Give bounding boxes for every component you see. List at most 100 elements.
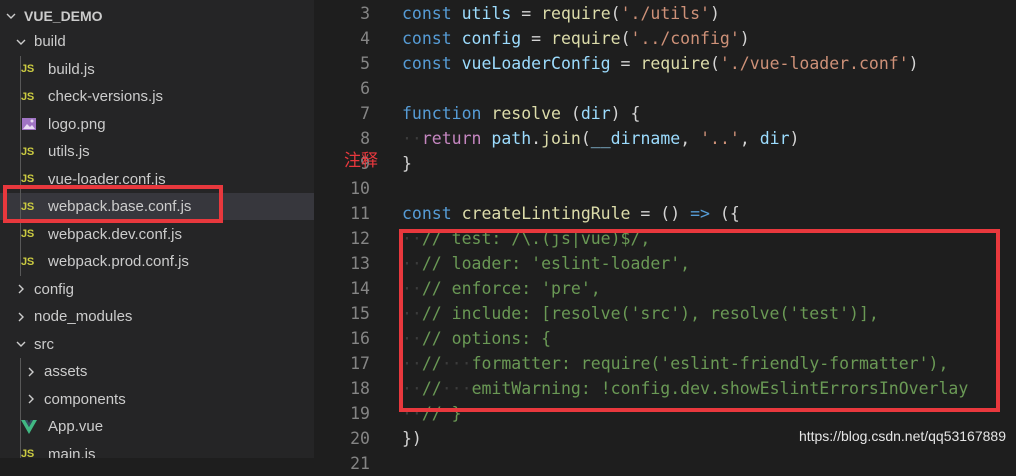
code-line[interactable]: 11 const createLintingRule = () => ({ [314, 201, 1016, 226]
chevron-down-icon [14, 337, 28, 351]
chevron-right-icon [14, 310, 28, 324]
code-text: function resolve (dir) { [402, 101, 640, 126]
code-token: ) [709, 4, 720, 23]
image-file-icon [21, 117, 39, 131]
code-token: = [511, 4, 542, 23]
line-number: 10 [350, 179, 370, 198]
line-number: 5 [360, 54, 370, 73]
code-token: const [402, 29, 452, 48]
annotation-label: 注释 [344, 151, 378, 171]
line-number: 17 [350, 354, 370, 373]
code-token: . [531, 129, 542, 148]
code-token: const [402, 4, 452, 23]
tree-item-src[interactable]: src [0, 331, 314, 358]
javascript-file-icon: JS [21, 63, 34, 75]
code-line[interactable]: 8 ··return path.join(__dirname, '..', dir… [314, 126, 1016, 151]
tree-item-components[interactable]: components [0, 386, 314, 413]
code-token: ( [560, 104, 581, 123]
tree-item-label: check-versions.js [48, 88, 164, 105]
javascript-file-icon: JS [21, 255, 34, 268]
code-token: const [402, 204, 452, 223]
tree-item-build-js[interactable]: JS build.js [0, 56, 314, 83]
chevron-right-icon [14, 282, 28, 296]
tree-item-label: src [34, 335, 54, 353]
tree-item-webpack-dev-conf-js[interactable]: JS webpack.dev.conf.js [0, 221, 314, 248]
code-token: = [521, 29, 552, 48]
code-token: ( [620, 29, 631, 48]
tree-item-app-vue[interactable]: App.vue [0, 413, 314, 440]
code-line[interactable]: 9} [314, 151, 1016, 176]
code-line[interactable]: 7 function resolve (dir) { [314, 101, 1016, 126]
code-text: }) [402, 426, 422, 451]
code-token: ( [610, 4, 621, 23]
code-token: , [680, 129, 701, 148]
line-number: 4 [360, 29, 370, 48]
javascript-file-icon: JS [21, 228, 34, 240]
tree-item-label: assets [44, 363, 88, 380]
code-line[interactable]: 3 const utils = require('./utils') [314, 1, 1016, 26]
tree-item-assets[interactable]: assets [0, 358, 314, 385]
code-token: './utils' [620, 4, 710, 23]
code-token: vueLoaderConfig [461, 54, 611, 73]
code-line[interactable]: 10 [314, 176, 1016, 201]
code-token: join [541, 129, 581, 148]
code-token: './vue-loader.conf' [719, 54, 909, 73]
javascript-file-icon: JS [21, 448, 34, 458]
code-text: const vueLoaderConfig = require('./vue-l… [402, 51, 919, 76]
code-token: ({ [709, 204, 740, 223]
code-token: return [421, 129, 482, 148]
code-token: require [640, 54, 710, 73]
chevron-right-icon [24, 392, 38, 406]
line-number: 6 [360, 79, 370, 98]
code-token: = [610, 54, 641, 73]
tree-item-label: build.js [48, 60, 95, 78]
code-line[interactable]: 6 [314, 76, 1016, 101]
tree-item-main-js[interactable]: JS main.js [0, 441, 314, 459]
vue-file-icon [21, 419, 39, 434]
javascript-file-icon: JS [21, 145, 34, 158]
line-number: 3 [360, 4, 370, 23]
code-token: ( [580, 129, 591, 148]
line-number: 11 [350, 204, 370, 223]
tree-item-label: logo.png [48, 115, 106, 133]
indent-guide [20, 358, 21, 458]
line-number: 19 [350, 404, 370, 423]
tree-item-label: webpack.prod.conf.js [48, 253, 189, 270]
tree-item-label: webpack.dev.conf.js [48, 225, 182, 243]
tree-item-check-versions-js[interactable]: JS check-versions.js [0, 83, 314, 110]
code-text: const utils = require('./utils') [402, 1, 720, 26]
code-line[interactable]: 21 [314, 451, 1016, 476]
tree-item-logo-png[interactable]: logo.png [0, 111, 314, 138]
code-token: ·· [402, 129, 422, 148]
tree-item-build[interactable]: build [0, 28, 314, 55]
code-token: require [541, 4, 611, 23]
line-number: 20 [350, 429, 370, 448]
code-editor[interactable]: 3 const utils = require('./utils') 4 const … [314, 0, 1016, 473]
tree-item-config[interactable]: config [0, 276, 314, 303]
tree-item-label: App.vue [48, 418, 104, 435]
code-text: const createLintingRule = () => ({ [402, 201, 740, 226]
explorer-root-folder[interactable]: VUE_DEMO [0, 2, 314, 29]
code-token: const [402, 54, 452, 73]
javascript-file-icon: JS [21, 90, 34, 103]
tree-item-utils-js[interactable]: JS utils.js [0, 138, 314, 165]
code-line[interactable]: 4 const config = require('../config') [314, 26, 1016, 51]
code-token: ) { [610, 104, 641, 123]
code-token: ( [709, 54, 720, 73]
code-token: utils [461, 4, 512, 23]
tree-item-webpack-prod-conf-js[interactable]: JS webpack.prod.conf.js [0, 248, 314, 275]
code-token: => [690, 204, 710, 223]
tree-item-node-modules[interactable]: node_modules [0, 303, 314, 330]
code-token: }) [402, 429, 422, 448]
indent-guide [20, 56, 21, 276]
chevron-down-icon [4, 9, 18, 23]
line-number: 14 [350, 279, 370, 298]
line-number: 21 [350, 454, 370, 473]
highlight-box-code [399, 229, 1000, 412]
code-line[interactable]: 5 const vueLoaderConfig = require('./vue-… [314, 51, 1016, 76]
code-token: dir [580, 104, 611, 123]
